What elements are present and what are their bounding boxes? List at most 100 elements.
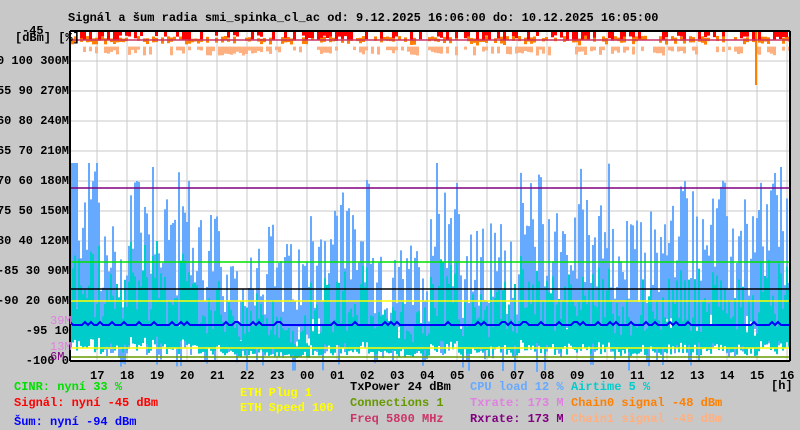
chain0-mark [764, 36, 767, 42]
signal-mark [779, 32, 782, 40]
signal-mark [392, 32, 395, 39]
signal-mark [554, 32, 557, 36]
chain1-mark [95, 46, 98, 54]
chain1-mark [434, 46, 437, 53]
chain1-mark [578, 46, 581, 52]
signal-mark [365, 32, 368, 40]
chain1-mark [413, 46, 416, 55]
chain1-mark [509, 46, 512, 55]
legend-chain0: Chain0 signal -48 dBm [571, 396, 723, 410]
chain1-mark [407, 46, 410, 52]
chain1-mark [401, 46, 404, 51]
chain1-mark [392, 46, 395, 54]
signal-mark [119, 32, 122, 36]
signal-mark [155, 32, 158, 37]
unit-header: [dBm] [%] [15, 31, 80, 45]
signal-mark [446, 32, 449, 41]
chain1-mark [278, 46, 281, 53]
signal-mark [551, 32, 554, 38]
chain1-mark [197, 46, 200, 50]
signal-mark [497, 32, 500, 39]
chain0-mark [506, 36, 509, 40]
signal-mark [344, 32, 347, 37]
chain1-mark [632, 46, 635, 55]
chain0-mark [722, 36, 725, 43]
y-tick-label: -70 60 180M [0, 174, 69, 188]
chain1-mark [83, 46, 86, 53]
signal-mark [575, 32, 578, 40]
chain1-mark [113, 46, 116, 51]
chain0-mark [470, 37, 473, 44]
signal-mark [251, 32, 254, 40]
chain1-mark [740, 46, 743, 54]
chain1-mark [542, 46, 545, 54]
y-tick-label: -90 20 60M [0, 294, 69, 308]
chain1-mark [584, 46, 587, 55]
chain1-mark [335, 46, 338, 51]
chain1-mark [575, 46, 578, 55]
chain1-mark [677, 46, 680, 52]
y-tick-label: -55 90 270M [0, 84, 69, 98]
chain1-mark [683, 46, 686, 54]
signal-mark [125, 32, 128, 36]
legend-txrate: Txrate: 173 M [470, 396, 564, 410]
signal-mark [293, 32, 296, 41]
chain1-mark [221, 46, 224, 56]
chain1-mark [206, 46, 209, 56]
signal-mark [773, 32, 776, 40]
chart-image: Signál a šum radia smi_spinka_cl_ac od: … [0, 0, 800, 430]
chain1-mark [116, 46, 119, 55]
chain1-mark [254, 46, 257, 53]
chain1-mark [179, 46, 182, 51]
signal-mark [215, 32, 218, 36]
signal-mark [140, 32, 143, 37]
signal-mark [326, 32, 329, 39]
signal-mark [713, 32, 716, 38]
chain1-mark [611, 46, 614, 54]
chain1-mark [680, 46, 683, 51]
chain1-mark [131, 46, 134, 50]
signal-mark [515, 32, 518, 39]
chain1-mark [248, 46, 251, 51]
chain1-mark [485, 46, 488, 51]
chain1-mark [518, 46, 521, 53]
chain0-mark [602, 36, 605, 42]
x-tick-label: 01 [330, 369, 345, 383]
chain0-mark [86, 36, 89, 43]
signal-mark [707, 32, 710, 36]
signal-mark [437, 32, 440, 37]
chain1-mark [329, 46, 332, 54]
signal-mark [233, 32, 236, 36]
chain1-mark [236, 46, 239, 52]
chain1-mark [767, 46, 770, 53]
signal-mark [164, 32, 167, 37]
chain1-mark [89, 46, 92, 52]
chain1-mark [539, 46, 542, 50]
chain1-mark [182, 46, 185, 54]
chain0-mark [413, 37, 416, 45]
chain1-mark [446, 46, 449, 54]
chain1-mark [188, 46, 191, 51]
chain1-mark [170, 46, 173, 56]
x-tick-label: 22 [240, 369, 255, 383]
signal-mark [488, 32, 491, 41]
chain0-mark [704, 38, 707, 45]
chain1-mark [527, 46, 530, 52]
chain1-mark [104, 46, 107, 53]
x-tick-label: 23 [270, 369, 285, 383]
signal-mark [185, 32, 188, 40]
signal-mark [683, 32, 686, 40]
chain1-mark [176, 46, 179, 51]
signal-mark [503, 32, 506, 40]
legend-txpower: TxPower 24 dBm [350, 380, 451, 394]
chain1-mark [320, 46, 323, 54]
signal-mark [662, 32, 665, 40]
signal-mark [113, 32, 116, 41]
signal-mark [584, 32, 587, 36]
signal-mark [200, 32, 203, 40]
chain0-mark [269, 37, 272, 45]
chain1-mark [782, 46, 785, 51]
chain1-mark [293, 46, 296, 51]
legend-cinr: CINR: nyní 33 % [14, 380, 123, 394]
chain1-mark [200, 46, 203, 51]
